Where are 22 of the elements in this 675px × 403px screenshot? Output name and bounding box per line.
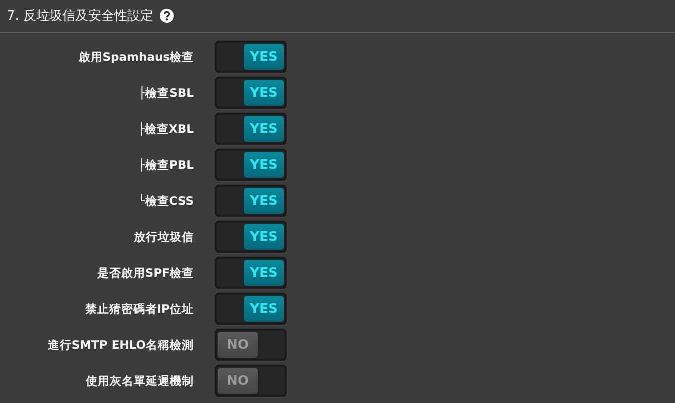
help-icon[interactable] bbox=[160, 9, 174, 23]
toggle-switch[interactable]: NO bbox=[215, 365, 287, 397]
setting-label: 啟用Spamhaus檢查 bbox=[78, 50, 194, 64]
toggle-switch[interactable]: YES bbox=[215, 257, 287, 289]
toggle-switch[interactable]: YES bbox=[215, 149, 287, 181]
setting-label: ├檢查XBL bbox=[137, 122, 194, 136]
toggle-switch[interactable]: YES bbox=[215, 293, 287, 325]
toggle-switch[interactable]: YES bbox=[215, 77, 287, 109]
section-title: 7. 反垃圾信及安全性設定 bbox=[7, 8, 154, 25]
setting-label: 禁止猜密碼者IP位址 bbox=[84, 302, 194, 316]
setting-label: 進行SMTP EHLO名稱檢測 bbox=[46, 338, 194, 352]
toggle-switch[interactable]: YES bbox=[215, 113, 287, 145]
toggle-switch[interactable]: YES bbox=[215, 185, 287, 217]
setting-label: 放行垃圾信 bbox=[133, 230, 194, 244]
toggle-switch[interactable]: YES bbox=[215, 221, 287, 253]
setting-label: 是否啟用SPF檢查 bbox=[96, 266, 194, 280]
setting-label: 使用灰名單延遲機制 bbox=[84, 374, 194, 388]
toggle-switch[interactable]: NO bbox=[215, 329, 287, 361]
setting-label: └檢查CSS bbox=[137, 194, 194, 208]
setting-label: ├檢查PBL bbox=[138, 158, 194, 172]
setting-label: ├檢查SBL bbox=[138, 86, 194, 100]
toggle-switch[interactable]: YES bbox=[215, 41, 287, 73]
